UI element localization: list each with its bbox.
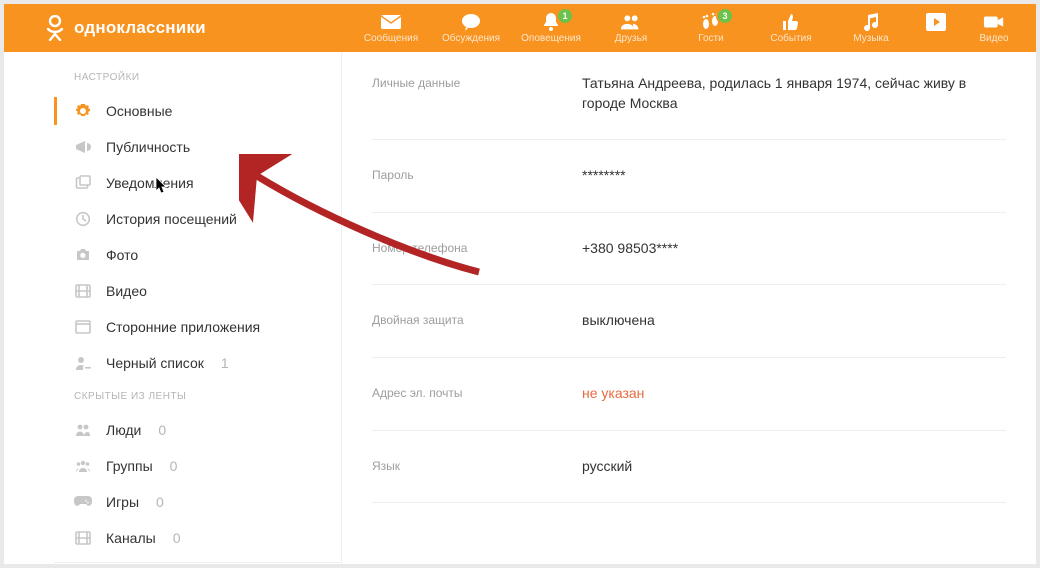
sidebar-item-groups[interactable]: Группы 0: [54, 448, 341, 484]
sidebar-item-photo[interactable]: Фото: [54, 237, 341, 273]
sidebar-item-notifications[interactable]: Уведомления: [54, 165, 341, 201]
sidebar-item-count: 0: [156, 494, 164, 510]
nav-music[interactable]: Музыка: [840, 13, 902, 44]
sidebar-item-count: 0: [173, 530, 181, 546]
field-label: Адрес эл. почты: [372, 384, 582, 404]
history-icon: [74, 210, 92, 228]
window-icon: [74, 318, 92, 336]
field-value: не указан: [582, 384, 644, 404]
row-phone[interactable]: Номер телефона +380 98503****: [372, 213, 1006, 286]
envelope-icon: [380, 13, 402, 31]
gear-icon: [74, 102, 92, 120]
nav-video-top[interactable]: [920, 13, 952, 44]
popup-icon: [74, 174, 92, 192]
sidebar-item-label: Люди: [106, 422, 141, 438]
sidebar-item-history[interactable]: История посещений: [54, 201, 341, 237]
camera-icon: [983, 13, 1005, 31]
user-block-icon: [74, 354, 92, 372]
sidebar-section-hidden: СКРЫТЫЕ ИЗ ЛЕНТЫ: [54, 381, 341, 412]
play-square-icon: [925, 13, 947, 31]
nav-notifications[interactable]: 1 Оповещения: [520, 13, 582, 44]
settings-sidebar: НАСТРОЙКИ Основные Публичность Уведомлен…: [54, 52, 342, 564]
sidebar-item-label: Каналы: [106, 530, 156, 546]
film-icon: [74, 529, 92, 547]
sidebar-item-label: Фото: [106, 247, 138, 263]
megaphone-icon: [74, 138, 92, 156]
site-name: одноклассники: [74, 18, 206, 38]
sidebar-item-video[interactable]: Видео: [54, 273, 341, 309]
field-value: ********: [582, 166, 626, 186]
sidebar-item-label: Сторонние приложения: [106, 319, 260, 335]
field-value: +380 98503****: [582, 239, 678, 259]
field-label: Двойная защита: [372, 311, 582, 331]
sidebar-item-count: 0: [158, 422, 166, 438]
nav-friends[interactable]: Друзья: [600, 13, 662, 44]
sidebar-item-publicity[interactable]: Публичность: [54, 129, 341, 165]
sidebar-item-count: 1: [221, 355, 229, 371]
people-icon: [74, 421, 92, 439]
row-personal[interactable]: Личные данные Татьяна Андреева, родилась…: [372, 60, 1006, 140]
nav-discussions[interactable]: Обсуждения: [440, 13, 502, 44]
groups-icon: [74, 457, 92, 475]
sidebar-item-thirdparty[interactable]: Сторонние приложения: [54, 309, 341, 345]
sidebar-item-blacklist[interactable]: Черный список 1: [54, 345, 341, 381]
row-password[interactable]: Пароль ********: [372, 140, 1006, 213]
field-label: Личные данные: [372, 74, 582, 113]
chat-icon: [460, 13, 482, 31]
gamepad-icon: [74, 493, 92, 511]
nav-video[interactable]: Видео: [970, 13, 1018, 44]
thumbs-up-icon: [780, 13, 802, 31]
friends-icon: [620, 13, 642, 31]
sidebar-divider: [54, 562, 341, 563]
field-value: выключена: [582, 311, 655, 331]
notifications-badge: 1: [558, 9, 572, 23]
nav-guests[interactable]: 3 Гости: [680, 13, 742, 44]
guests-badge: 3: [718, 9, 732, 23]
settings-content: Личные данные Татьяна Андреева, родилась…: [342, 52, 1036, 564]
sidebar-item-label: Игры: [106, 494, 139, 510]
sidebar-item-label: Уведомления: [106, 175, 194, 191]
field-label: Пароль: [372, 166, 582, 186]
sidebar-item-people[interactable]: Люди 0: [54, 412, 341, 448]
music-icon: [860, 13, 882, 31]
nav-events[interactable]: События: [760, 13, 822, 44]
sidebar-item-general[interactable]: Основные: [54, 93, 341, 129]
sidebar-section-settings: НАСТРОЙКИ: [54, 62, 341, 93]
sidebar-item-label: История посещений: [106, 211, 237, 227]
field-value: русский: [582, 457, 632, 477]
sidebar-item-label: Публичность: [106, 139, 190, 155]
sidebar-item-label: Основные: [106, 103, 172, 119]
sidebar-item-games[interactable]: Игры 0: [54, 484, 341, 520]
sidebar-item-label: Видео: [106, 283, 147, 299]
camera-photo-icon: [74, 246, 92, 264]
sidebar-item-label: Черный список: [106, 355, 204, 371]
nav-messages[interactable]: Сообщения: [360, 13, 422, 44]
film-icon: [74, 282, 92, 300]
row-language[interactable]: Язык русский: [372, 431, 1006, 504]
topbar: одноклассники Сообщения Обсуждения 1: [4, 4, 1036, 52]
field-label: Номер телефона: [372, 239, 582, 259]
top-nav: Сообщения Обсуждения 1 Оповещения Друзь: [360, 13, 1018, 44]
ok-logo-icon: [44, 15, 66, 41]
field-value: Татьяна Андреева, родилась 1 января 1974…: [582, 74, 982, 113]
sidebar-item-label: Группы: [106, 458, 153, 474]
row-email[interactable]: Адрес эл. почты не указан: [372, 358, 1006, 431]
row-2fa[interactable]: Двойная защита выключена: [372, 285, 1006, 358]
sidebar-item-channels[interactable]: Каналы 0: [54, 520, 341, 556]
sidebar-item-count: 0: [170, 458, 178, 474]
site-logo[interactable]: одноклассники: [44, 15, 206, 41]
field-label: Язык: [372, 457, 582, 477]
